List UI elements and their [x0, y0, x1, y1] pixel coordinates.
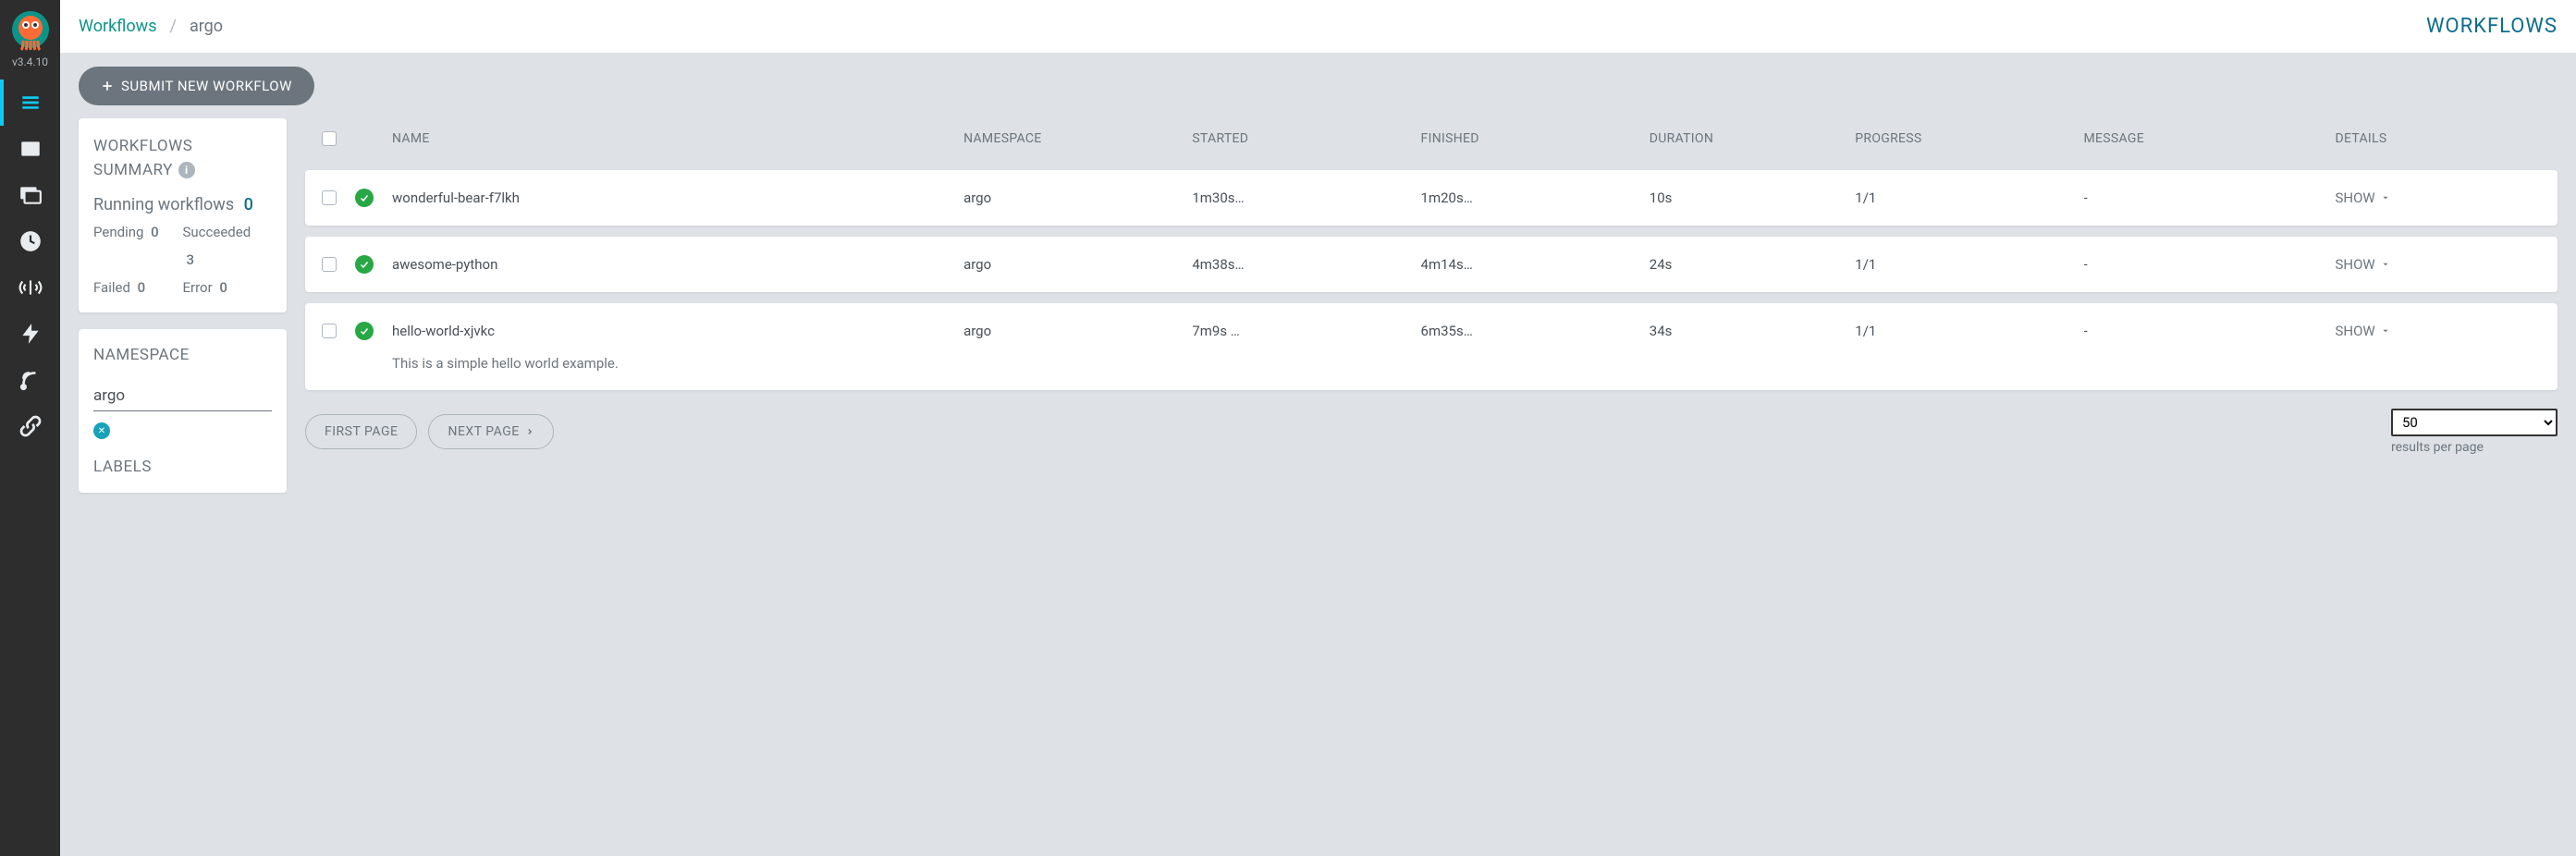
namespace-panel: NAMESPACE ✕ LABELS	[79, 329, 287, 493]
nav-events-icon[interactable]	[0, 311, 60, 357]
breadcrumb-root[interactable]: Workflows	[79, 17, 157, 36]
plus-icon	[101, 79, 114, 92]
col-details: DETAILS	[2335, 131, 2541, 146]
results-per-page-select[interactable]: 50	[2391, 409, 2558, 436]
cell-started: 7m9s …	[1192, 323, 1420, 339]
table-row[interactable]: wonderful-bear-f7lkhargo1m30s…1m20s…10s1…	[305, 170, 2558, 226]
caret-down-icon	[2381, 326, 2390, 336]
caret-down-icon	[2381, 193, 2390, 202]
argo-logo	[8, 7, 53, 52]
status-success-icon	[355, 189, 374, 207]
topbar: Workflows / argo WORKFLOWS	[60, 0, 2576, 54]
right-column: NAME NAMESPACE STARTED FINISHED DURATION…	[305, 118, 2558, 838]
cell-message: -	[2084, 323, 2336, 339]
summary-title: WORKFLOWS	[93, 135, 272, 159]
col-finished: FINISHED	[1421, 131, 1650, 146]
nav-cluster-templates-icon[interactable]	[0, 172, 60, 218]
submit-workflow-label: SUBMIT NEW WORKFLOW	[121, 78, 292, 94]
cell-duration: 10s	[1650, 190, 1856, 206]
summary-grid: Pending 0 Succeeded 3 Failed 0 Error 0	[93, 224, 272, 296]
cell-finished: 4m14s…	[1421, 256, 1650, 273]
cell-progress: 1/1	[1855, 323, 2083, 339]
cell-name: awesome-python	[392, 256, 963, 273]
cell-finished: 6m35s…	[1421, 323, 1650, 339]
pager: FIRST PAGE NEXT PAGE 50 results per page	[305, 401, 2558, 462]
summary-panel: WORKFLOWS SUMMARY i Running workflows 0 …	[79, 118, 287, 312]
summary-pending: Pending 0	[93, 224, 183, 240]
table-row[interactable]: awesome-pythonargo4m38s…4m14s…24s1/1-SHO…	[305, 237, 2558, 292]
results-per-page-label: results per page	[2391, 440, 2484, 455]
namespace-label: NAMESPACE	[93, 346, 272, 364]
summary-running: Running workflows 0	[93, 195, 272, 214]
summary-succeeded: 3	[183, 251, 273, 268]
namespace-input[interactable]	[93, 377, 272, 411]
col-progress: PROGRESS	[1855, 131, 2083, 146]
sidebar-nav: v3.4.10	[0, 0, 60, 856]
cell-namespace: argo	[963, 256, 1192, 273]
col-started: STARTED	[1192, 131, 1420, 146]
submit-workflow-button[interactable]: SUBMIT NEW WORKFLOW	[79, 67, 314, 105]
cell-finished: 1m20s…	[1421, 190, 1650, 206]
nav-workflows-icon[interactable]	[0, 79, 60, 126]
breadcrumb-current: argo	[190, 17, 223, 36]
content: WORKFLOWS SUMMARY i Running workflows 0 …	[60, 118, 2576, 856]
labels-title: LABELS	[93, 458, 272, 476]
summary-error: Error 0	[183, 279, 273, 296]
breadcrumb-sep: /	[170, 17, 177, 36]
summary-succeeded-label: Succeeded	[183, 224, 273, 240]
nav-sensors-icon[interactable]	[0, 264, 60, 311]
nav-links-icon[interactable]	[0, 403, 60, 449]
cell-namespace: argo	[963, 190, 1192, 206]
table-header: NAME NAMESPACE STARTED FINISHED DURATION…	[305, 118, 2558, 159]
nav-templates-icon[interactable]	[0, 126, 60, 172]
cell-started: 4m38s…	[1192, 256, 1420, 273]
row-checkbox[interactable]	[322, 190, 337, 205]
cell-progress: 1/1	[1855, 256, 2083, 273]
status-success-icon	[355, 255, 374, 274]
results-per-page: 50 results per page	[2391, 409, 2558, 455]
show-details-button[interactable]: SHOW	[2335, 256, 2389, 273]
cell-duration: 34s	[1650, 323, 1856, 339]
cell-message: -	[2084, 190, 2336, 206]
col-duration: DURATION	[1650, 131, 1856, 146]
toolbar: SUBMIT NEW WORKFLOW	[60, 54, 2576, 118]
row-checkbox[interactable]	[322, 257, 337, 272]
cell-progress: 1/1	[1855, 190, 2083, 206]
main: Workflows / argo WORKFLOWS SUBMIT NEW WO…	[60, 0, 2576, 856]
next-page-button[interactable]: NEXT PAGE	[428, 414, 553, 449]
first-page-button[interactable]: FIRST PAGE	[305, 414, 417, 449]
info-icon[interactable]: i	[178, 162, 195, 178]
table-row[interactable]: hello-world-xjvkcargo7m9s …6m35s…34s1/1-…	[305, 303, 2558, 390]
row-checkbox[interactable]	[322, 324, 337, 338]
left-column: WORKFLOWS SUMMARY i Running workflows 0 …	[79, 118, 287, 838]
cell-started: 1m30s…	[1192, 190, 1420, 206]
show-details-button[interactable]: SHOW	[2335, 190, 2389, 206]
col-message: MESSAGE	[2084, 131, 2336, 146]
cell-message: -	[2084, 256, 2336, 273]
cell-namespace: argo	[963, 323, 1192, 339]
caret-down-icon	[2381, 260, 2390, 269]
page-title: WORKFLOWS	[2426, 15, 2558, 38]
show-details-button[interactable]: SHOW	[2335, 323, 2389, 339]
summary-title-2: SUMMARY i	[93, 159, 272, 183]
cell-name: wonderful-bear-f7lkh	[392, 190, 963, 206]
nav-cron-icon[interactable]	[0, 218, 60, 264]
version-label: v3.4.10	[12, 55, 48, 68]
col-name: NAME	[392, 131, 963, 146]
cell-name: hello-world-xjvkc	[392, 323, 963, 339]
select-all-checkbox[interactable]	[322, 131, 337, 146]
cell-duration: 24s	[1650, 256, 1856, 273]
status-success-icon	[355, 322, 374, 340]
row-extra-message: This is a simple hello world example.	[392, 355, 2541, 372]
nav-event-sources-icon[interactable]	[0, 357, 60, 403]
clear-icon[interactable]: ✕	[93, 422, 110, 439]
col-namespace: NAMESPACE	[963, 131, 1192, 146]
summary-failed: Failed 0	[93, 279, 183, 296]
chevron-right-icon	[525, 427, 534, 436]
